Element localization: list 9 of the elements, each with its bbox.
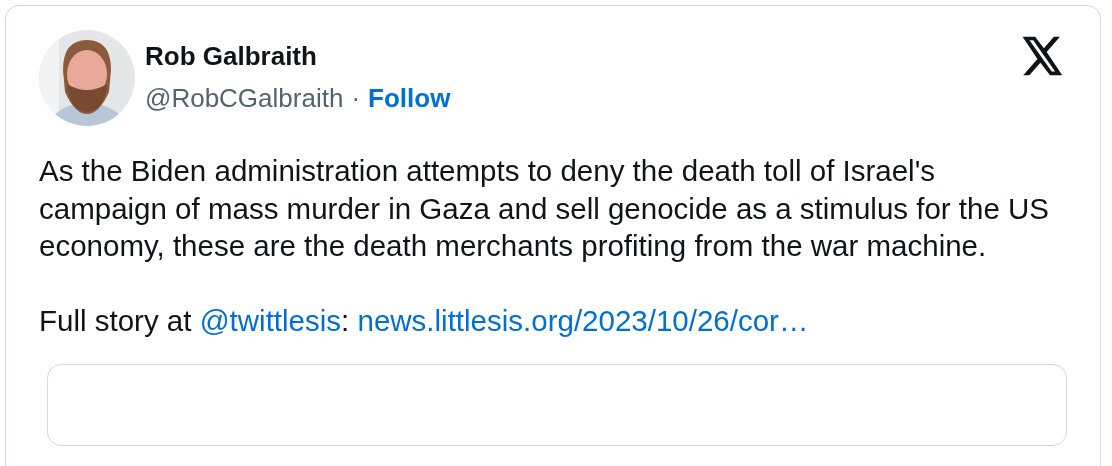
post-text: As the Biden administration attempts to deny the death toll of Israel's campaign of mass murder in Gaza and sell genocide as a stimulus for the US economy, these are the death merchants profiting from the war machine. <box>39 153 1051 264</box>
follow-link[interactable]: Follow <box>368 81 451 115</box>
author-name: Rob Galbraith <box>145 40 318 73</box>
mention-link[interactable]: @twittlesis <box>199 303 342 337</box>
author-handle: @RobCGalbraith <box>145 82 344 115</box>
url-link[interactable]: news.littlesis.org/2023/10/26/cor… <box>357 303 809 337</box>
x-logo-icon[interactable] <box>1022 36 1064 76</box>
post-text: Full story at @twittlesis: news.littlesis.org/2023/10/26/cor… <box>39 302 810 339</box>
separator-dot: · <box>351 82 361 115</box>
